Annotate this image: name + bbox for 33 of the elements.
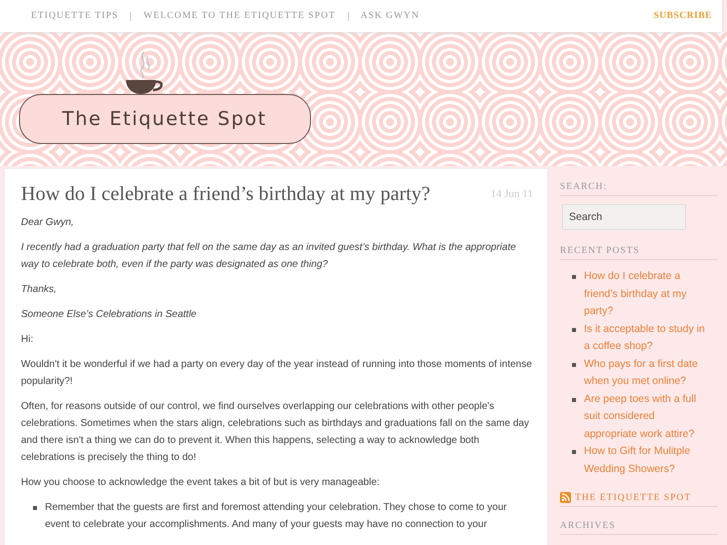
post-paragraph: Thanks, — [21, 283, 58, 297]
post-list-item: Remember that the guests are first and foremost attending your celebration. They chose to come to your event to celebrate your accomplishments. And many of your guests may have no connection to your — [45, 501, 508, 532]
bullet-icon — [572, 362, 576, 366]
recent-post-link[interactable]: How to Gift for Mulitple Wedding Showers? — [584, 443, 706, 478]
post-paragraph: Dear Gwyn, — [21, 216, 75, 230]
post-paragraph: Hi: — [21, 333, 34, 347]
sidebar-heading: RECENT POSTS — [560, 246, 718, 260]
logo-title: The Etiquette Spot — [62, 108, 267, 130]
bullet-icon — [572, 398, 576, 402]
sidebar-heading: SEARCH: — [560, 182, 718, 196]
nav-link[interactable]: ETIQUETTE TIPS — [31, 11, 118, 21]
rss-icon[interactable] — [560, 492, 571, 503]
nav-link[interactable]: WELCOME TO THE ETIQUETTE SPOT — [143, 11, 336, 21]
post-title: How do I celebrate a friend’s birthday at my party? — [21, 183, 430, 206]
post-paragraph: Someone Else’s Celebrations in Seattle — [21, 308, 198, 322]
post-paragraph: I recently had a graduation party that fell on the same day as an invited guest’s birthday. What is the appropriate way to celebrate both, even if the party was designated as one thing? — [21, 241, 517, 272]
bullet-icon — [33, 506, 37, 510]
sidebar-heading: ARCHIVES — [560, 521, 718, 535]
recent-post-link[interactable]: Is it acceptable to study in a coffee shop? — [584, 320, 706, 356]
nav-link[interactable]: ASK GWYN — [360, 11, 420, 21]
logo-banner[interactable]: The Etiquette Spot — [18, 94, 310, 144]
bullet-icon — [572, 275, 576, 279]
feed-link[interactable]: THE ETIQUETTE SPOT — [575, 492, 692, 502]
bullet-icon — [572, 328, 576, 332]
recent-post-link[interactable]: How do I celebrate a friend’s birthday at my party? — [584, 268, 706, 320]
post-paragraph: Wouldn't it be wonderful if we had a party on every day of the year instead of running into those moments of intense popularity?! — [21, 358, 533, 389]
search-field[interactable]: Search — [562, 204, 686, 230]
recent-post-link[interactable]: Who pays for a first date when you met online? — [584, 356, 706, 390]
bullet-icon — [572, 450, 576, 454]
subscribe-link[interactable]: SUBSCRIBE — [654, 11, 712, 21]
recent-post-link[interactable]: Are peep toes with a full suit considered appropriate work attire? — [584, 390, 706, 443]
post-paragraph: Often, for reasons outside of our control, we find ourselves overlapping our celebrations with other people's celebrations. Sometimes when the stars align, celebrations such as birthdays and graduations fall on the same day and there isn't a thing we can do to prevent it. When this happens, selecting a way to acknowledge both celebrations is precisely the thing to do! — [21, 400, 530, 465]
post-paragraph: How you choose to acknowledge the event takes a bit of but is very manageable: — [21, 476, 381, 490]
